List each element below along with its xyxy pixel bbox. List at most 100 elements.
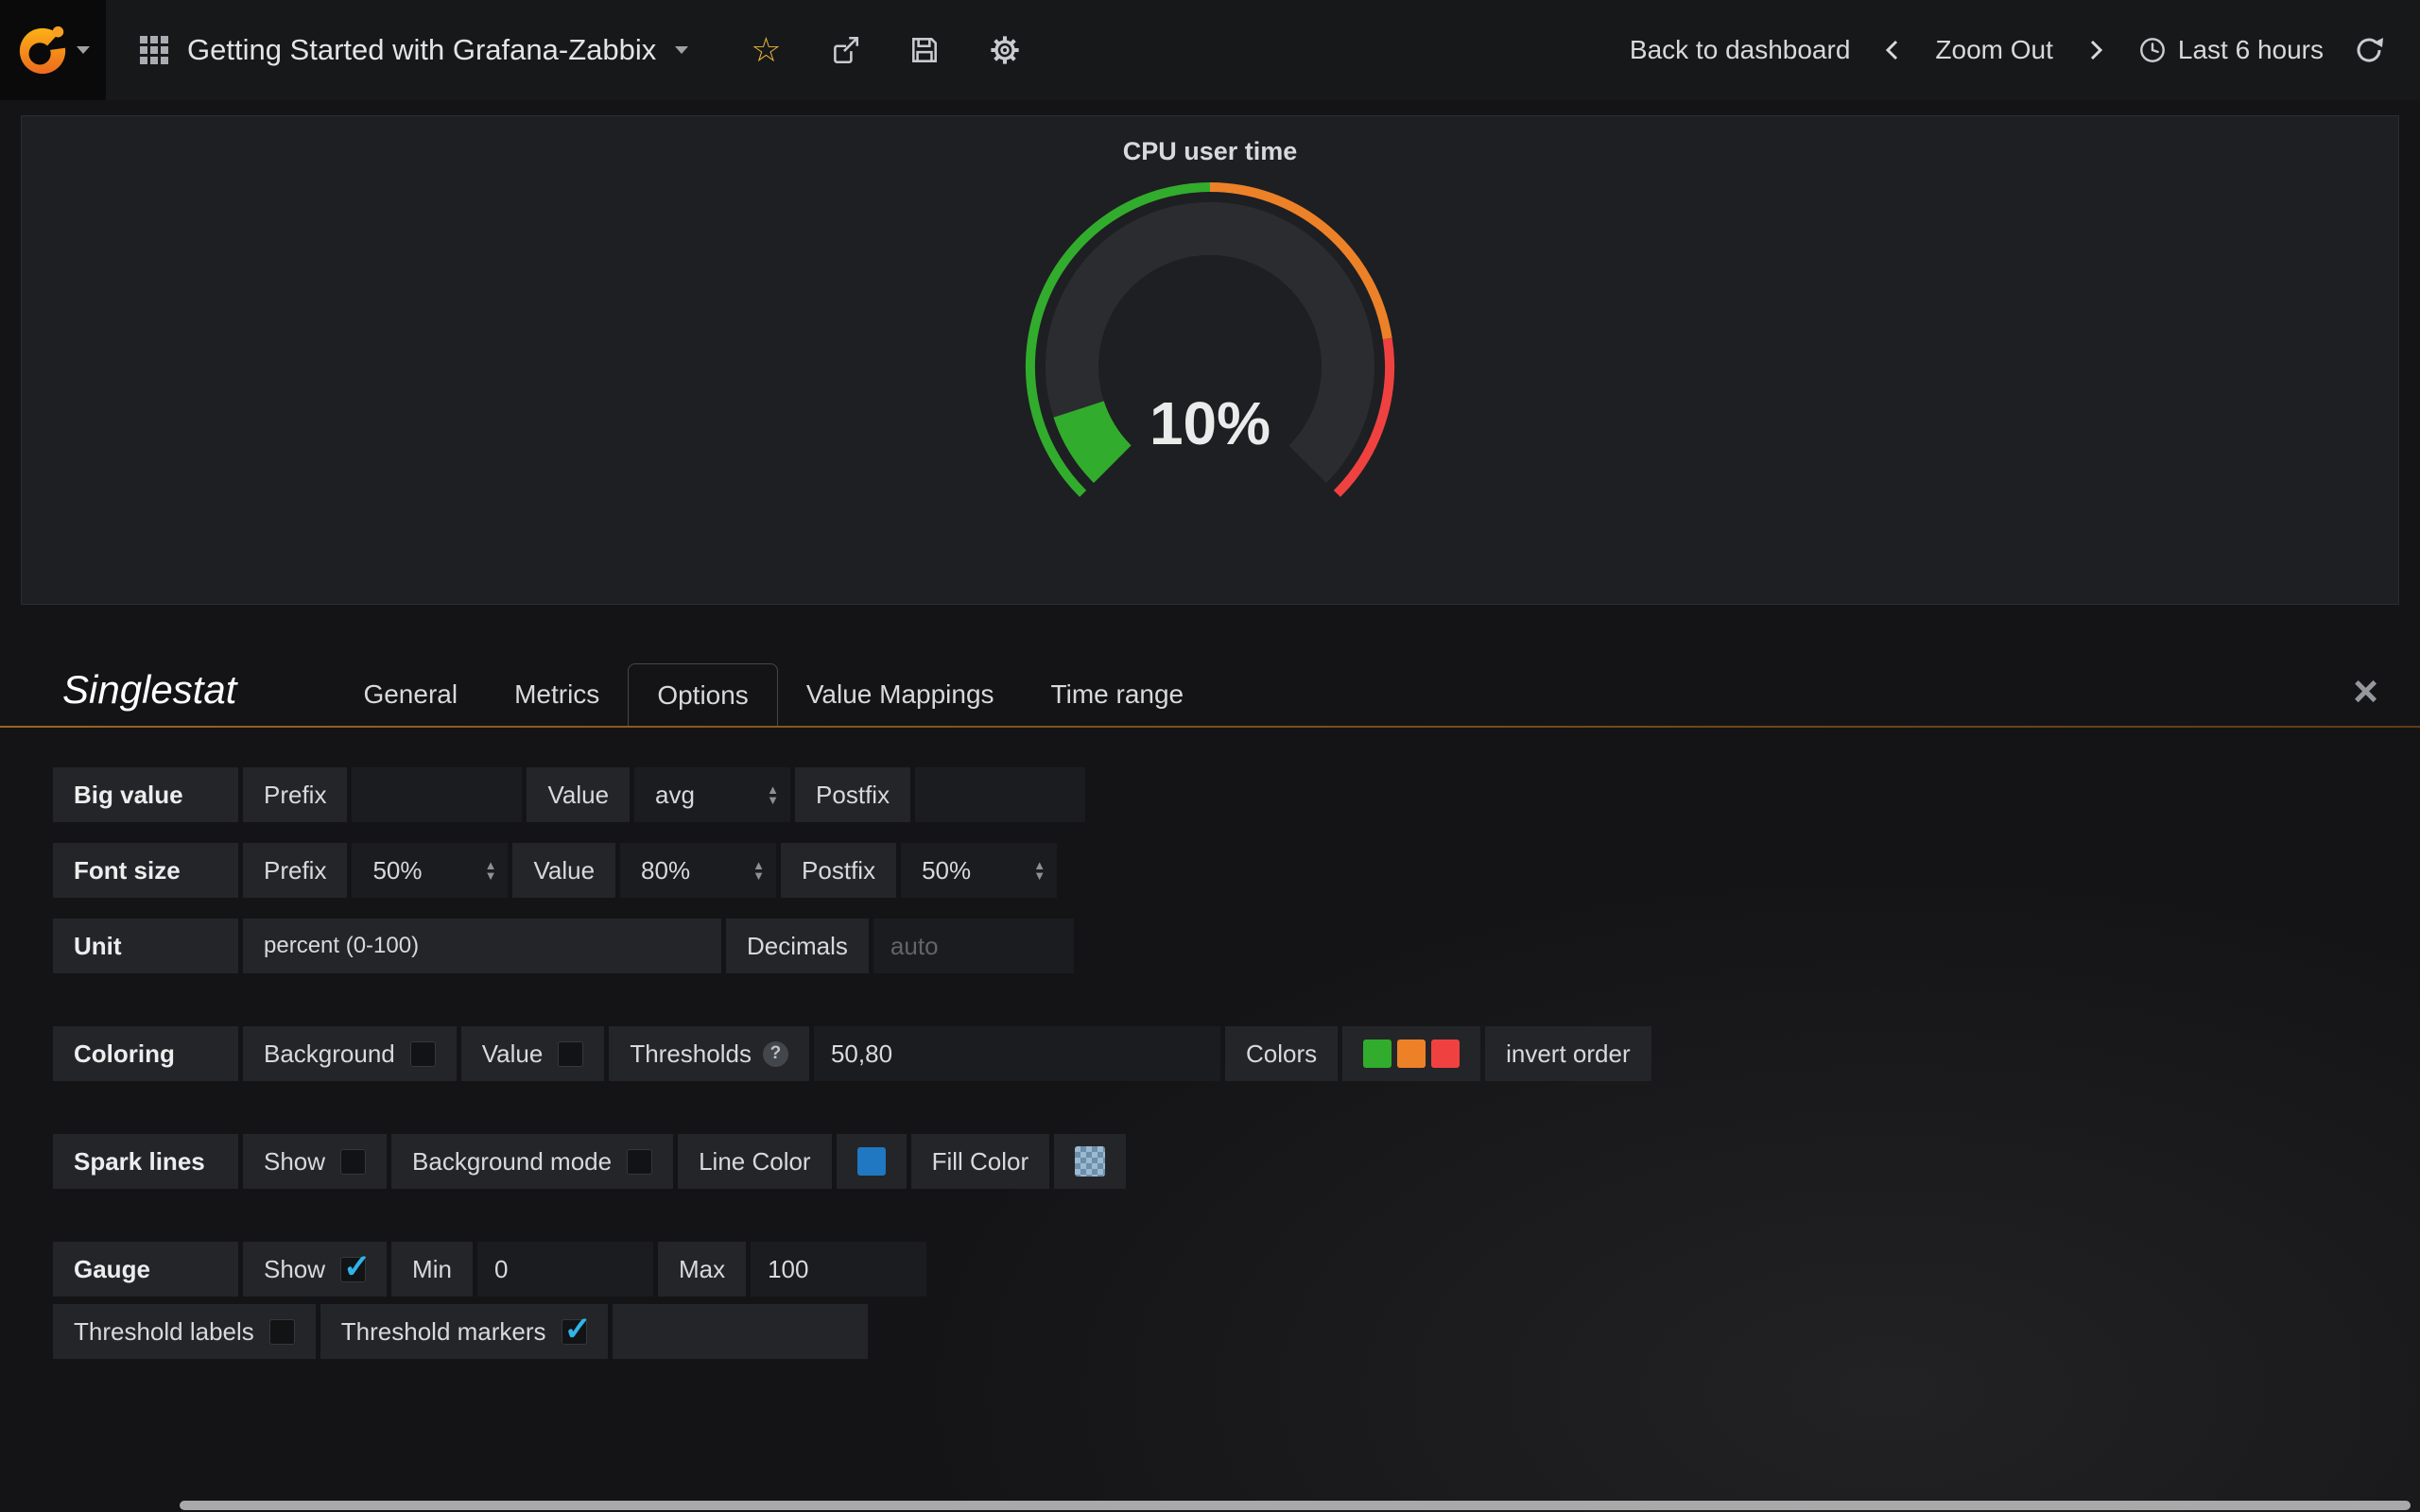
min-input-cell — [477, 1242, 653, 1297]
back-to-dashboard-link[interactable]: Back to dashboard — [1630, 35, 1851, 65]
option-row-unit: Unit percent (0-100) Decimals — [53, 919, 2420, 973]
coloring-background-label: Background — [264, 1040, 395, 1069]
time-range-button[interactable]: Last 6 hours — [2138, 35, 2324, 65]
coloring-value-checkbox[interactable] — [558, 1041, 583, 1067]
sparkline-show-label: Show — [264, 1147, 325, 1177]
editor-tabs: General Metrics Options Value Mappings T… — [335, 663, 1212, 726]
close-editor-button[interactable]: × — [2353, 669, 2378, 713]
prefix-fontsize-label: Prefix — [243, 843, 347, 898]
coloring-value-label: Value — [482, 1040, 544, 1069]
colors-label: Colors — [1225, 1026, 1338, 1081]
option-row-coloring: Coloring Background Value Thresholds ? C… — [53, 1026, 2420, 1081]
dashboard-grid-icon — [140, 36, 168, 64]
postfix-input[interactable] — [915, 767, 1085, 822]
big-value-label: Big value — [53, 767, 238, 822]
min-input[interactable] — [477, 1242, 653, 1297]
postfix-fontsize-select[interactable]: 50% ▲▼ — [901, 843, 1057, 898]
time-range-label: Last 6 hours — [2178, 35, 2324, 65]
prefix-fontsize-selected: 50% — [372, 856, 422, 885]
max-label: Max — [658, 1242, 746, 1297]
chevron-left-icon[interactable] — [1880, 37, 1905, 63]
share-button[interactable] — [829, 34, 861, 66]
decimals-input[interactable] — [873, 919, 1074, 973]
coloring-background-checkbox[interactable] — [410, 1041, 436, 1067]
max-input[interactable] — [751, 1242, 926, 1297]
postfix-input-cell — [915, 767, 1085, 822]
dashboard-title-button[interactable]: Getting Started with Grafana-Zabbix — [106, 0, 722, 100]
threshold-labels-label: Threshold labels — [74, 1317, 254, 1347]
settings-button[interactable] — [988, 33, 1022, 67]
threshold-markers-checkbox[interactable] — [562, 1319, 587, 1345]
option-row-spark-lines: Spark lines Show Background mode Line Co… — [53, 1134, 2420, 1189]
gauge-show-label: Show — [264, 1255, 325, 1284]
fill-color-tint — [1075, 1146, 1105, 1177]
select-arrows-icon: ▲▼ — [485, 860, 497, 881]
chevron-right-icon[interactable] — [2083, 37, 2108, 63]
value-fontsize-label: Value — [512, 843, 615, 898]
line-color-cell — [837, 1134, 907, 1189]
font-size-label: Font size — [53, 843, 238, 898]
zoom-out-button[interactable]: Zoom Out — [1935, 35, 2052, 65]
sparkline-background-mode-label: Background mode — [412, 1147, 612, 1177]
save-button[interactable] — [908, 34, 941, 66]
share-icon — [829, 34, 861, 66]
thresholds-input[interactable] — [814, 1026, 1220, 1081]
tab-time-range[interactable]: Time range — [1023, 663, 1213, 726]
prefix-fontsize-select[interactable]: 50% ▲▼ — [352, 843, 508, 898]
sparkline-show-checkbox[interactable] — [340, 1149, 366, 1175]
navbar-actions: ☆ — [751, 33, 1021, 67]
threshold-color-swatch-red[interactable] — [1431, 1040, 1460, 1068]
threshold-markers-label: Threshold markers — [341, 1317, 546, 1347]
grafana-logo-button[interactable] — [0, 0, 106, 100]
refresh-button[interactable] — [2354, 35, 2384, 65]
panel-type-heading: Singlestat — [62, 667, 236, 713]
star-button[interactable]: ☆ — [751, 33, 781, 67]
title-dropdown-caret-icon — [675, 46, 688, 54]
grafana-logo-icon — [16, 24, 69, 77]
save-icon — [908, 34, 941, 66]
select-arrows-icon: ▲▼ — [767, 784, 779, 805]
threshold-color-swatch-green[interactable] — [1363, 1040, 1392, 1068]
tab-general[interactable]: General — [335, 663, 486, 726]
singlestat-panel: CPU user time 10% — [21, 115, 2399, 605]
gauge-show-checkbox[interactable] — [340, 1257, 366, 1282]
value-fontsize-select[interactable]: 80% ▲▼ — [620, 843, 776, 898]
horizontal-scrollbar[interactable] — [180, 1501, 2411, 1510]
sparkline-background-mode-checkbox[interactable] — [627, 1149, 652, 1175]
threshold-labels-checkbox[interactable] — [269, 1319, 295, 1345]
dashboard-title: Getting Started with Grafana-Zabbix — [187, 33, 656, 67]
line-color-swatch[interactable] — [857, 1147, 886, 1176]
tab-options[interactable]: Options — [628, 663, 778, 726]
gauge-label: Gauge — [53, 1242, 238, 1297]
thresholds-help-icon[interactable]: ? — [763, 1041, 788, 1067]
threshold-markers-cell: Threshold markers — [320, 1304, 608, 1359]
postfix-fontsize-label: Postfix — [781, 843, 896, 898]
spark-lines-label: Spark lines — [53, 1134, 238, 1189]
value-label: Value — [527, 767, 630, 822]
tab-value-mappings[interactable]: Value Mappings — [778, 663, 1023, 726]
decimals-label: Decimals — [726, 919, 869, 973]
clock-icon — [2138, 36, 2167, 64]
fill-color-swatch[interactable] — [1075, 1146, 1105, 1177]
prefix-input-cell — [352, 767, 522, 822]
prefix-input[interactable] — [352, 767, 522, 822]
unit-select-link[interactable]: percent (0-100) — [243, 919, 721, 973]
dashboard-panel-area: CPU user time 10% — [0, 100, 2420, 605]
fill-color-cell — [1054, 1134, 1126, 1189]
value-options-block: Big value Prefix Value avg ▲▼ Postfix Fo… — [53, 767, 2420, 973]
threshold-color-swatch-orange[interactable] — [1397, 1040, 1426, 1068]
editor-header: Singlestat General Metrics Options Value… — [0, 663, 2420, 728]
thresholds-label-cell: Thresholds ? — [609, 1026, 809, 1081]
options-tab-body: Big value Prefix Value avg ▲▼ Postfix Fo… — [0, 728, 2420, 1359]
option-row-threshold-toggles: Threshold labels Threshold markers — [53, 1304, 2420, 1359]
threshold-color-swatches — [1363, 1040, 1460, 1068]
invert-order-link[interactable]: invert order — [1485, 1026, 1651, 1081]
coloring-background-cell: Background — [243, 1026, 457, 1081]
gauge-value: 10% — [1150, 389, 1270, 457]
threshold-colors-cell — [1342, 1026, 1480, 1081]
value-stat-select[interactable]: avg ▲▼ — [634, 767, 790, 822]
line-color-label: Line Color — [678, 1134, 832, 1189]
value-stat-selected: avg — [655, 781, 695, 810]
min-label: Min — [391, 1242, 473, 1297]
tab-metrics[interactable]: Metrics — [486, 663, 628, 726]
